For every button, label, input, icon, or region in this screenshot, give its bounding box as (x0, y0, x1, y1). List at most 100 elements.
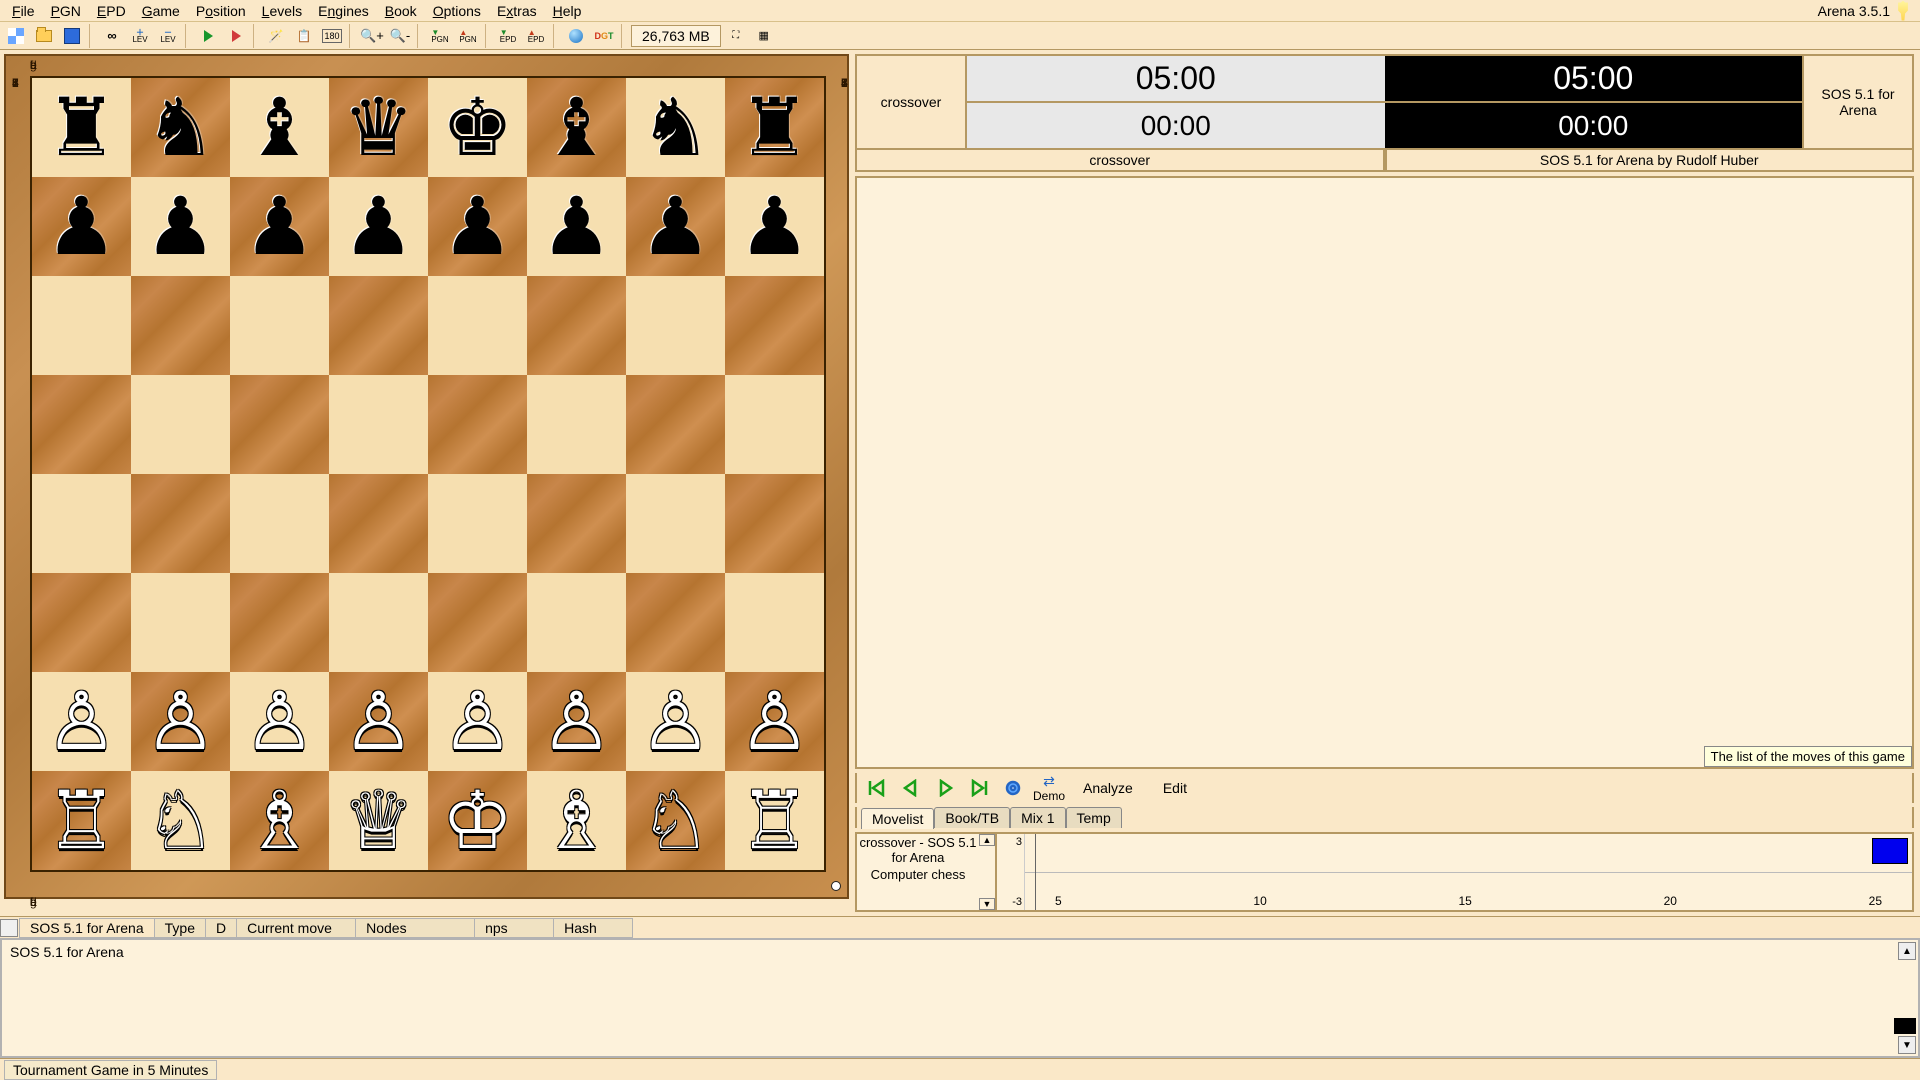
square-h7[interactable]: ♟ (725, 177, 824, 276)
piece-wn[interactable]: ♘ (145, 781, 217, 861)
square-d2[interactable]: ♙ (329, 672, 428, 771)
piece-bp[interactable]: ♟ (541, 187, 613, 267)
menu-extras[interactable]: Extras (489, 1, 545, 21)
edit-button[interactable]: Edit (1151, 780, 1199, 796)
lev-up-button[interactable]: ＋LEV (127, 24, 153, 48)
square-g4[interactable] (626, 474, 725, 573)
piece-wr[interactable]: ♖ (739, 781, 811, 861)
piece-bp[interactable]: ♟ (739, 187, 811, 267)
square-e8[interactable]: ♚ (428, 78, 527, 177)
info-toggle[interactable] (0, 919, 18, 937)
infinite-button[interactable]: ∞ (99, 24, 125, 48)
hint-icon[interactable] (1896, 1, 1910, 21)
setup-button[interactable]: 🪄 (263, 24, 289, 48)
piece-wp[interactable]: ♙ (640, 682, 712, 762)
menu-book[interactable]: Book (377, 1, 425, 21)
nav-prev-button[interactable] (897, 777, 925, 799)
square-a5[interactable] (32, 375, 131, 474)
square-b1[interactable]: ♘ (131, 771, 230, 870)
eval-sel-item[interactable]: Computer chess (857, 866, 979, 883)
piece-wp[interactable]: ♙ (46, 682, 118, 762)
menu-pgn[interactable]: PGN (43, 1, 89, 21)
nav-next-button[interactable] (931, 777, 959, 799)
piece-wp[interactable]: ♙ (541, 682, 613, 762)
square-a4[interactable] (32, 474, 131, 573)
tab-temp[interactable]: Temp (1066, 807, 1122, 828)
square-e5[interactable] (428, 375, 527, 474)
square-c8[interactable]: ♝ (230, 78, 329, 177)
square-g6[interactable] (626, 276, 725, 375)
expand-button[interactable]: ⛶ (723, 24, 749, 48)
square-f8[interactable]: ♝ (527, 78, 626, 177)
square-h5[interactable] (725, 375, 824, 474)
save-button[interactable] (59, 24, 85, 48)
square-a8[interactable]: ♜ (32, 78, 131, 177)
epd-down-button[interactable]: ▼EPD (495, 24, 521, 48)
web-button[interactable] (563, 24, 589, 48)
piece-wp[interactable]: ♙ (739, 682, 811, 762)
square-h4[interactable] (725, 474, 824, 573)
menu-file[interactable]: File (4, 1, 43, 21)
scroll-down-button[interactable]: ▼ (1898, 1036, 1916, 1054)
menu-engines[interactable]: Engines (310, 1, 377, 21)
square-c6[interactable] (230, 276, 329, 375)
square-h8[interactable]: ♜ (725, 78, 824, 177)
zoom-out-button[interactable]: 🔍- (387, 24, 413, 48)
menu-game[interactable]: Game (134, 1, 188, 21)
pgn-up-button[interactable]: ▲PGN (455, 24, 481, 48)
piece-bp[interactable]: ♟ (46, 187, 118, 267)
piece-wp[interactable]: ♙ (145, 682, 217, 762)
square-e3[interactable] (428, 573, 527, 672)
square-h3[interactable] (725, 573, 824, 672)
nav-last-button[interactable] (965, 777, 993, 799)
square-f6[interactable] (527, 276, 626, 375)
square-c1[interactable]: ♗ (230, 771, 329, 870)
piece-bq[interactable]: ♛ (343, 88, 415, 168)
square-d4[interactable] (329, 474, 428, 573)
square-c4[interactable] (230, 474, 329, 573)
square-c3[interactable] (230, 573, 329, 672)
analyze-button[interactable]: Analyze (1071, 780, 1145, 796)
square-d6[interactable] (329, 276, 428, 375)
epd-up-button[interactable]: ▲EPD (523, 24, 549, 48)
square-f5[interactable] (527, 375, 626, 474)
piece-wb[interactable]: ♗ (244, 781, 316, 861)
force-button[interactable] (223, 24, 249, 48)
square-a3[interactable] (32, 573, 131, 672)
menu-help[interactable]: Help (545, 1, 590, 21)
menu-options[interactable]: Options (425, 1, 489, 21)
square-f1[interactable]: ♗ (527, 771, 626, 870)
piece-wp[interactable]: ♙ (244, 682, 316, 762)
grid-button[interactable]: ▦ (751, 24, 777, 48)
zoom-in-button[interactable]: 🔍+ (359, 24, 385, 48)
menu-epd[interactable]: EPD (89, 1, 134, 21)
piece-wk[interactable]: ♔ (442, 781, 514, 861)
engine-output[interactable]: SOS 5.1 for Arena ▲ ▼ (0, 938, 1920, 1058)
square-g8[interactable]: ♞ (626, 78, 725, 177)
paste-fen-button[interactable]: 180 (319, 24, 345, 48)
square-a2[interactable]: ♙ (32, 672, 131, 771)
piece-wn[interactable]: ♘ (640, 781, 712, 861)
eval-graph[interactable]: 5 10 15 20 25 (1025, 834, 1912, 910)
piece-bp[interactable]: ♟ (442, 187, 514, 267)
square-e1[interactable]: ♔ (428, 771, 527, 870)
piece-bp[interactable]: ♟ (145, 187, 217, 267)
square-f2[interactable]: ♙ (527, 672, 626, 771)
scroll-up-button[interactable]: ▲ (1898, 942, 1916, 960)
square-g5[interactable] (626, 375, 725, 474)
open-button[interactable] (31, 24, 57, 48)
square-b4[interactable] (131, 474, 230, 573)
square-h1[interactable]: ♖ (725, 771, 824, 870)
piece-bk[interactable]: ♚ (442, 88, 514, 168)
new-game-button[interactable] (3, 24, 29, 48)
square-b3[interactable] (131, 573, 230, 672)
square-h2[interactable]: ♙ (725, 672, 824, 771)
square-b6[interactable] (131, 276, 230, 375)
square-b7[interactable]: ♟ (131, 177, 230, 276)
square-a1[interactable]: ♖ (32, 771, 131, 870)
square-g2[interactable]: ♙ (626, 672, 725, 771)
square-a6[interactable] (32, 276, 131, 375)
piece-br[interactable]: ♜ (46, 88, 118, 168)
piece-wr[interactable]: ♖ (46, 781, 118, 861)
square-g7[interactable]: ♟ (626, 177, 725, 276)
